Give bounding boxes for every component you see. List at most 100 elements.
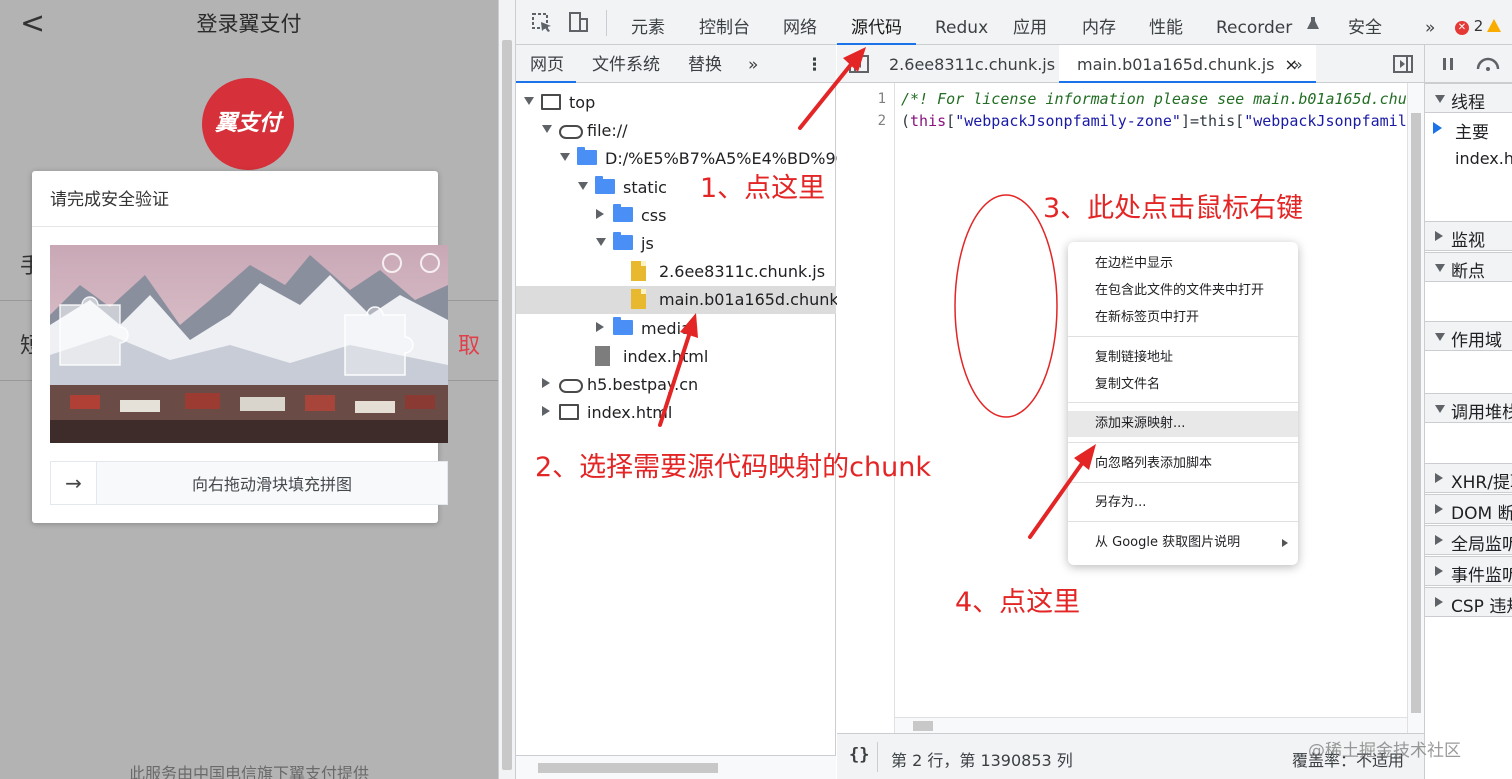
tree-item[interactable]: index.html: [516, 399, 836, 427]
frame-icon: [541, 94, 561, 110]
tab-network[interactable]: 网络: [783, 0, 817, 45]
collapsed-arrow-icon[interactable]: [542, 378, 550, 388]
tab-page[interactable]: 网页: [516, 45, 576, 83]
footer-text: 此服务由中国电信旗下翼支付提供: [128, 764, 369, 779]
collapsed-arrow-icon[interactable]: [542, 406, 550, 417]
tree-item[interactable]: js: [516, 230, 836, 258]
tab-console[interactable]: 控制台: [699, 0, 750, 45]
editor-vertical-scrollbar[interactable]: [1407, 83, 1424, 733]
toggle-navigator-icon[interactable]: [849, 55, 869, 73]
menu-separator: [1068, 482, 1298, 483]
tab-memory[interactable]: 内存: [1082, 0, 1116, 45]
tree-item[interactable]: 2.6ee8311c.chunk.js: [516, 258, 836, 286]
more-editor-tabs[interactable]: »: [1293, 45, 1303, 83]
tab-performance[interactable]: 性能: [1149, 0, 1183, 45]
debugger-section[interactable]: 调用堆栈: [1425, 393, 1512, 423]
debugger-section[interactable]: XHR/提取断点: [1425, 463, 1512, 493]
scrollbar-thumb[interactable]: [1411, 113, 1421, 713]
thread-index-html[interactable]: index.html: [1425, 145, 1512, 175]
device-toolbar-icon[interactable]: [566, 11, 590, 35]
editor-tab-main-chunk[interactable]: main.b01a165d.chunk.js ×: [1059, 45, 1316, 83]
expanded-arrow-icon[interactable]: [542, 125, 552, 134]
menu-item-copy-file-name[interactable]: 复制文件名: [1068, 372, 1298, 398]
scrollbar-thumb[interactable]: [538, 763, 718, 773]
expanded-arrow-icon[interactable]: [578, 181, 588, 190]
more-navigator-tabs[interactable]: »: [748, 45, 758, 83]
tree-item[interactable]: css: [516, 202, 836, 230]
tree-item[interactable]: index.html: [516, 343, 836, 371]
debugger-section[interactable]: 作用域: [1425, 321, 1512, 351]
tab-application[interactable]: 应用: [1013, 0, 1047, 45]
viewport-scrollbar[interactable]: [498, 0, 516, 779]
code-line-2: (this["webpackJsonpfamily-zone"]=this["w…: [901, 112, 1407, 130]
debugger-section[interactable]: DOM 断点: [1425, 494, 1512, 524]
inspect-element-icon[interactable]: [530, 11, 554, 35]
tree-item[interactable]: main.b01a165d.chunk.js: [516, 286, 857, 315]
tab-sources[interactable]: 源代码: [837, 0, 916, 45]
menu-item-save-as[interactable]: 另存为...: [1068, 490, 1298, 516]
menu-item-reveal-in-sidebar[interactable]: 在边栏中显示: [1068, 251, 1298, 277]
menu-item-open-containing-folder[interactable]: 在包含此文件的文件夹中打开: [1068, 278, 1298, 304]
collapsed-arrow-icon[interactable]: [596, 321, 604, 332]
scrollbar-thumb[interactable]: [913, 721, 933, 731]
watermark: @稀土掘金技术社区: [1308, 741, 1461, 761]
debugger-section-label: 线程: [1451, 93, 1485, 113]
tab-elements[interactable]: 元素: [631, 0, 665, 45]
tree-item-label: css: [641, 205, 667, 225]
tab-recorder[interactable]: Recorder: [1216, 0, 1292, 45]
tree-item[interactable]: media: [516, 315, 836, 343]
scrollbar-thumb[interactable]: [502, 40, 512, 770]
captcha-title: 请完成安全验证: [32, 171, 438, 227]
menu-item-open-in-new-tab[interactable]: 在新标签页中打开: [1068, 305, 1298, 331]
tree-item[interactable]: file://: [516, 117, 836, 145]
bestpay-logo: 翼支付: [202, 78, 294, 170]
step-over-icon[interactable]: [1475, 57, 1501, 71]
tree-item-label: index.html: [587, 403, 673, 423]
tab-filesystem[interactable]: 文件系统: [592, 45, 660, 83]
folder-icon: [613, 232, 633, 250]
more-options-icon[interactable]: ⋮: [806, 45, 823, 83]
expanded-arrow-icon[interactable]: [560, 153, 570, 162]
pretty-print-button[interactable]: {}: [849, 745, 869, 765]
editor-horizontal-scrollbar[interactable]: [895, 717, 1407, 733]
editor-tab-2-chunk[interactable]: 2.6ee8311c.chunk.js: [889, 45, 1055, 83]
expanded-arrow-icon[interactable]: [596, 238, 606, 246]
tab-security[interactable]: 安全: [1348, 0, 1382, 45]
menu-item-add-to-ignore-list[interactable]: 向忽略列表添加脚本: [1068, 451, 1298, 477]
tab-redux[interactable]: Redux: [935, 0, 988, 45]
menu-item-copy-link-address[interactable]: 复制链接地址: [1068, 345, 1298, 371]
js-file-icon: [631, 289, 646, 310]
debugger-section[interactable]: CSP 违规断点: [1425, 587, 1512, 617]
tree-item[interactable]: h5.bestpay.cn: [516, 371, 836, 399]
debugger-section[interactable]: 事件监听器断点: [1425, 556, 1512, 586]
devtools-panel: 元素 控制台 网络 源代码 Redux 应用 内存 性能 Recorder 安全…: [516, 0, 1512, 779]
code-token: ]=this[: [1180, 112, 1245, 130]
navigator-horizontal-scrollbar[interactable]: [516, 755, 836, 779]
tree-item-label: file://: [587, 121, 628, 141]
slider-handle[interactable]: →: [51, 462, 97, 504]
captcha-slider[interactable]: → 向右拖动滑块填充拼图: [50, 461, 448, 505]
collapsed-arrow-icon: [1435, 473, 1443, 483]
submenu-arrow-icon: [1282, 539, 1288, 547]
error-count-badge[interactable]: ✕ 2: [1455, 17, 1502, 35]
expanded-arrow-icon[interactable]: [524, 97, 534, 105]
debugger-toolbar: [1425, 45, 1512, 83]
collapsed-arrow-icon[interactable]: [596, 208, 604, 219]
toggle-debugger-icon[interactable]: [1393, 55, 1413, 73]
debugger-section[interactable]: 断点: [1425, 252, 1512, 282]
context-menu: 在边栏中显示 在包含此文件的文件夹中打开 在新标签页中打开 复制链接地址 复制文件名添加…: [1068, 242, 1298, 565]
more-tabs-chevron[interactable]: »: [1425, 0, 1435, 45]
pause-icon[interactable]: [1441, 57, 1455, 71]
debugger-section[interactable]: 线程: [1425, 83, 1512, 113]
tree-item-label: top: [569, 93, 596, 112]
menu-item-get-image-descriptions[interactable]: 从 Google 获取图片说明: [1068, 530, 1298, 556]
tree-item-label: index.html: [623, 346, 709, 366]
tree-item[interactable]: top: [516, 89, 836, 117]
debugger-section[interactable]: 全局监听器: [1425, 525, 1512, 555]
thread-main[interactable]: 主要: [1425, 114, 1512, 144]
tab-overrides[interactable]: 替换: [688, 45, 722, 83]
debugger-section[interactable]: 监视: [1425, 221, 1512, 251]
get-code-link[interactable]: 取: [458, 328, 480, 360]
menu-item-add-source-map[interactable]: 添加来源映射...: [1068, 411, 1298, 437]
collapsed-arrow-icon: [1435, 566, 1443, 576]
